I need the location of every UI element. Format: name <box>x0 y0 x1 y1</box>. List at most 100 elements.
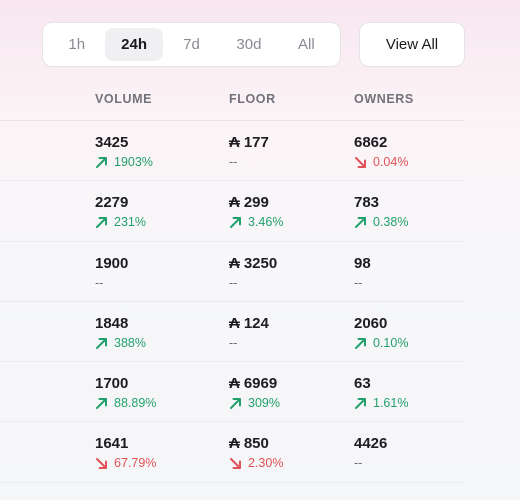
column-header-floor[interactable]: FLOOR <box>229 92 276 106</box>
owners-value: 783 <box>354 194 408 211</box>
volume-cell: 3425 1903% <box>95 134 153 170</box>
volume-amount: 1641 <box>95 435 129 453</box>
timeframe-option-1h[interactable]: 1h <box>48 28 105 61</box>
owners-cell: 2060 0.10% <box>354 315 408 351</box>
volume-change: -- <box>95 276 128 291</box>
toolbar: 1h 24h 7d 30d All View All <box>42 22 465 67</box>
timeframe-option-24h[interactable]: 24h <box>105 28 163 61</box>
owners-cell: 63 1.61% <box>354 375 408 411</box>
volume-value: 2279 <box>95 194 146 211</box>
volume-amount: 1900 <box>95 254 129 272</box>
ada-currency-icon: ₳ <box>229 254 240 272</box>
column-header-owners[interactable]: OWNERS <box>354 92 414 106</box>
volume-value: 1641 <box>95 435 156 452</box>
volume-change: 1903% <box>95 155 153 170</box>
timeframe-option-7d[interactable]: 7d <box>163 28 220 61</box>
floor-amount: 299 <box>243 194 269 212</box>
volume-cell: 1900 -- <box>95 255 128 291</box>
ada-currency-icon: ₳ <box>229 435 240 453</box>
volume-change-text: -- <box>95 275 104 290</box>
floor-amount: 124 <box>243 314 269 332</box>
floor-change-text: 309% <box>248 396 280 411</box>
floor-change: 309% <box>229 396 280 411</box>
floor-change-text: 2.30% <box>248 456 284 471</box>
table-row[interactable]: 1848 388% ₳ 124 -- 2060 0.10% <box>0 302 464 363</box>
floor-value: ₳ 3250 <box>229 255 277 272</box>
owners-change: -- <box>354 456 387 471</box>
trend-up-icon <box>230 398 241 410</box>
column-header-volume[interactable]: VOLUME <box>95 92 152 106</box>
owners-change: -- <box>354 276 371 291</box>
volume-change: 231% <box>95 215 146 230</box>
owners-cell: 783 0.38% <box>354 194 408 230</box>
table-row[interactable]: 3425 1903% ₳ 177 -- 6862 0.04% <box>0 121 464 182</box>
trend-up-icon <box>355 217 366 229</box>
volume-cell: 1848 388% <box>95 315 146 351</box>
owners-value: 2060 <box>354 315 408 332</box>
volume-change: 88.89% <box>95 396 156 411</box>
owners-change: 0.38% <box>354 215 408 230</box>
floor-cell: ₳ 3250 -- <box>229 255 277 291</box>
volume-value: 1848 <box>95 315 146 332</box>
trend-up-icon <box>96 217 107 229</box>
floor-value: ₳ 124 <box>229 315 269 332</box>
table-row[interactable]: 2279 231% ₳ 299 3.46% 783 0.38% <box>0 181 464 242</box>
floor-change-text: -- <box>229 155 238 169</box>
volume-change: 388% <box>95 336 146 351</box>
owners-change-text: -- <box>354 275 363 290</box>
floor-change-text: 3.46% <box>248 215 284 230</box>
table-row[interactable]: 1700 88.89% ₳ 6969 309% 63 1.61% <box>0 362 464 423</box>
timeframe-option-30d[interactable]: 30d <box>220 28 277 61</box>
volume-change-text: 231% <box>114 215 146 230</box>
timeframe-option-all[interactable]: All <box>278 28 335 61</box>
ada-currency-icon: ₳ <box>229 314 240 332</box>
trend-up-icon <box>355 337 366 349</box>
owners-change: 0.04% <box>354 155 408 170</box>
floor-amount: 3250 <box>243 254 278 272</box>
owners-cell: 98 -- <box>354 255 371 291</box>
owners-value: 6862 <box>354 134 408 151</box>
floor-change: -- <box>229 336 269 351</box>
volume-cell: 1700 88.89% <box>95 375 156 411</box>
owners-change-text: 0.10% <box>373 335 409 350</box>
owners-amount: 4426 <box>354 435 388 453</box>
trend-up-icon <box>230 217 241 229</box>
volume-amount: 1700 <box>95 375 129 393</box>
floor-change-text: -- <box>229 275 238 290</box>
trend-up-icon <box>96 157 107 168</box>
floor-cell: ₳ 124 -- <box>229 315 269 351</box>
owners-amount: 6862 <box>354 134 388 151</box>
floor-change: 3.46% <box>229 215 283 230</box>
owners-change: 1.61% <box>354 396 408 411</box>
floor-value: ₳ 6969 <box>229 375 280 392</box>
owners-cell: 4426 -- <box>354 435 387 471</box>
owners-value: 4426 <box>354 435 387 452</box>
owners-amount: 783 <box>354 194 380 212</box>
volume-value: 1900 <box>95 255 128 272</box>
ada-currency-icon: ₳ <box>229 194 240 212</box>
owners-value: 98 <box>354 255 371 272</box>
floor-change: -- <box>229 155 269 170</box>
floor-cell: ₳ 177 -- <box>229 134 269 170</box>
floor-value: ₳ 177 <box>229 134 269 151</box>
volume-change-text: 1903% <box>114 155 153 169</box>
floor-value: ₳ 850 <box>229 435 283 452</box>
table-row[interactable]: 1641 67.79% ₳ 850 2.30% 4426 -- <box>0 422 464 483</box>
view-all-button[interactable]: View All <box>359 22 465 67</box>
owners-value: 63 <box>354 375 408 392</box>
volume-amount: 3425 <box>95 134 129 151</box>
trend-down-icon <box>96 458 107 470</box>
floor-change: 2.30% <box>229 456 283 471</box>
owners-amount: 2060 <box>354 314 388 332</box>
floor-amount: 6969 <box>243 375 278 393</box>
volume-value: 1700 <box>95 375 156 392</box>
volume-cell: 1641 67.79% <box>95 435 156 471</box>
volume-cell: 2279 231% <box>95 194 146 230</box>
table-row[interactable]: 1900 -- ₳ 3250 -- 98 -- <box>0 242 464 302</box>
owners-change-text: 0.04% <box>373 155 409 169</box>
volume-change-text: 88.89% <box>114 396 157 411</box>
ada-currency-icon: ₳ <box>229 134 240 151</box>
floor-change: -- <box>229 276 277 291</box>
owners-cell: 6862 0.04% <box>354 134 408 170</box>
floor-value: ₳ 299 <box>229 194 283 211</box>
